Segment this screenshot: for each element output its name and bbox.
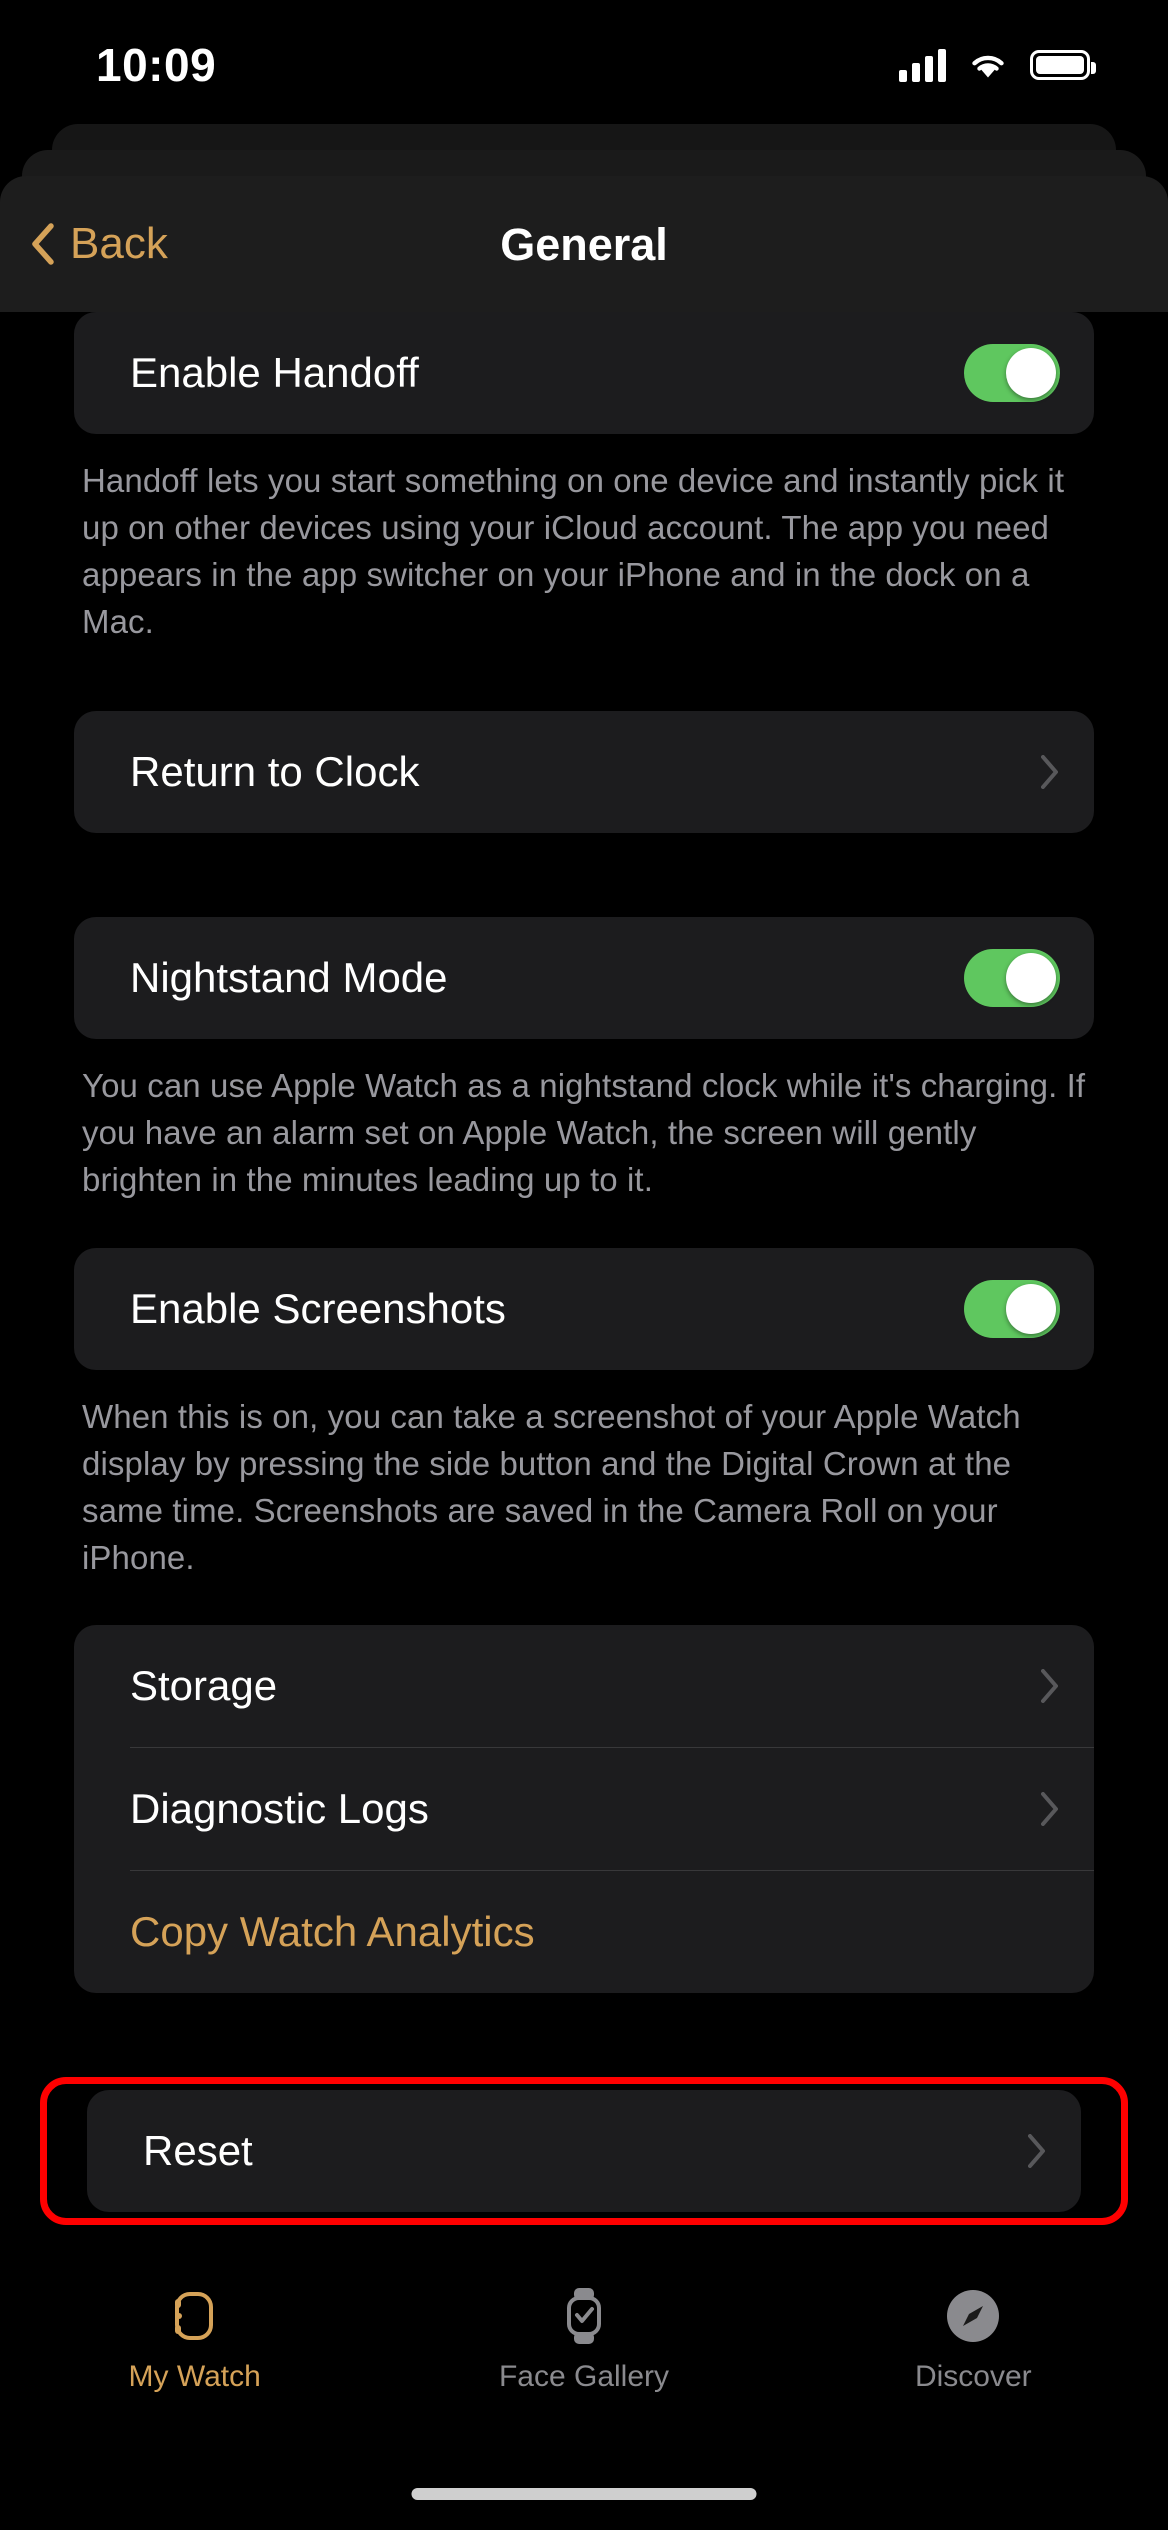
reset-card: Reset bbox=[87, 2090, 1081, 2213]
row-enable-handoff[interactable]: Enable Handoff bbox=[74, 312, 1094, 434]
chevron-right-icon bbox=[1041, 1792, 1058, 1827]
row-copy-watch-analytics[interactable]: Copy Watch Analytics bbox=[74, 1871, 1094, 1993]
reset-label: Reset bbox=[143, 2127, 253, 2175]
watch-face-icon bbox=[552, 2284, 616, 2348]
return-to-clock-card: Return to Clock bbox=[74, 711, 1094, 834]
chevron-right-icon bbox=[1041, 755, 1058, 790]
chevron-right-icon bbox=[1028, 2134, 1045, 2169]
status-bar: 10:09 bbox=[0, 0, 1168, 130]
home-indicator[interactable] bbox=[411, 2488, 757, 2500]
compass-icon bbox=[941, 2284, 1005, 2348]
status-time: 10:09 bbox=[96, 39, 217, 91]
nightstand-card: Nightstand Mode bbox=[74, 917, 1094, 1040]
screenshots-footnote: When this is on, you can take a screensh… bbox=[82, 1398, 1021, 1576]
row-return-to-clock[interactable]: Return to Clock bbox=[74, 711, 1094, 833]
tab-my-watch[interactable]: My Watch bbox=[0, 2284, 389, 2392]
settings-list: Enable Handoff Handoff lets you start so… bbox=[0, 312, 1168, 2260]
handoff-label: Enable Handoff bbox=[130, 348, 419, 396]
navigation-bar: Back General bbox=[0, 176, 1168, 312]
tab-discover[interactable]: Discover bbox=[779, 2284, 1168, 2392]
diagnostics-card: Storage Diagnostic Logs Copy Watch Analy… bbox=[74, 1625, 1094, 1994]
wifi-icon bbox=[972, 55, 1004, 78]
tab-my-watch-label: My Watch bbox=[128, 2360, 261, 2393]
return-to-clock-label: Return to Clock bbox=[130, 748, 420, 796]
tab-bar: My Watch Face Gallery Discover bbox=[0, 2260, 1168, 2530]
nightstand-label: Nightstand Mode bbox=[130, 954, 448, 1002]
back-button[interactable]: Back bbox=[30, 222, 168, 266]
handoff-card: Enable Handoff bbox=[74, 312, 1094, 434]
phone-screen: 10:09 Back General Enable Handoff Handof… bbox=[0, 0, 1168, 2530]
screenshots-toggle[interactable] bbox=[964, 1280, 1060, 1339]
diagnostic-logs-label: Diagnostic Logs bbox=[130, 1785, 429, 1833]
tab-discover-label: Discover bbox=[914, 2360, 1032, 2393]
battery-full-icon bbox=[1030, 50, 1096, 80]
handoff-footnote: Handoff lets you start something on one … bbox=[82, 462, 1065, 640]
tab-face-gallery-label: Face Gallery bbox=[498, 2360, 670, 2393]
row-storage[interactable]: Storage bbox=[74, 1625, 1094, 1747]
apple-watch-icon bbox=[163, 2284, 227, 2348]
handoff-toggle[interactable] bbox=[964, 344, 1060, 402]
screenshots-label: Enable Screenshots bbox=[130, 1284, 506, 1332]
status-indicators bbox=[899, 48, 1096, 82]
row-nightstand-mode[interactable]: Nightstand Mode bbox=[74, 917, 1094, 1039]
row-diagnostic-logs[interactable]: Diagnostic Logs bbox=[74, 1748, 1094, 1870]
row-enable-screenshots[interactable]: Enable Screenshots bbox=[74, 1248, 1094, 1370]
copy-watch-analytics-label: Copy Watch Analytics bbox=[130, 1908, 535, 1956]
screenshots-card: Enable Screenshots bbox=[74, 1248, 1094, 1371]
chevron-left-icon bbox=[32, 223, 54, 265]
nightstand-toggle[interactable] bbox=[964, 949, 1060, 1008]
page-title: General bbox=[500, 218, 668, 270]
row-reset[interactable]: Reset bbox=[87, 2090, 1081, 2212]
back-button-label: Back bbox=[70, 219, 168, 268]
nightstand-footnote: You can use Apple Watch as a nightstand … bbox=[82, 1067, 1086, 1199]
tab-face-gallery[interactable]: Face Gallery bbox=[389, 2284, 778, 2392]
storage-label: Storage bbox=[130, 1662, 278, 1710]
chevron-right-icon bbox=[1041, 1669, 1058, 1704]
cellular-signal-icon bbox=[899, 48, 946, 82]
reset-highlight-annotation: Reset bbox=[40, 2077, 1128, 2226]
